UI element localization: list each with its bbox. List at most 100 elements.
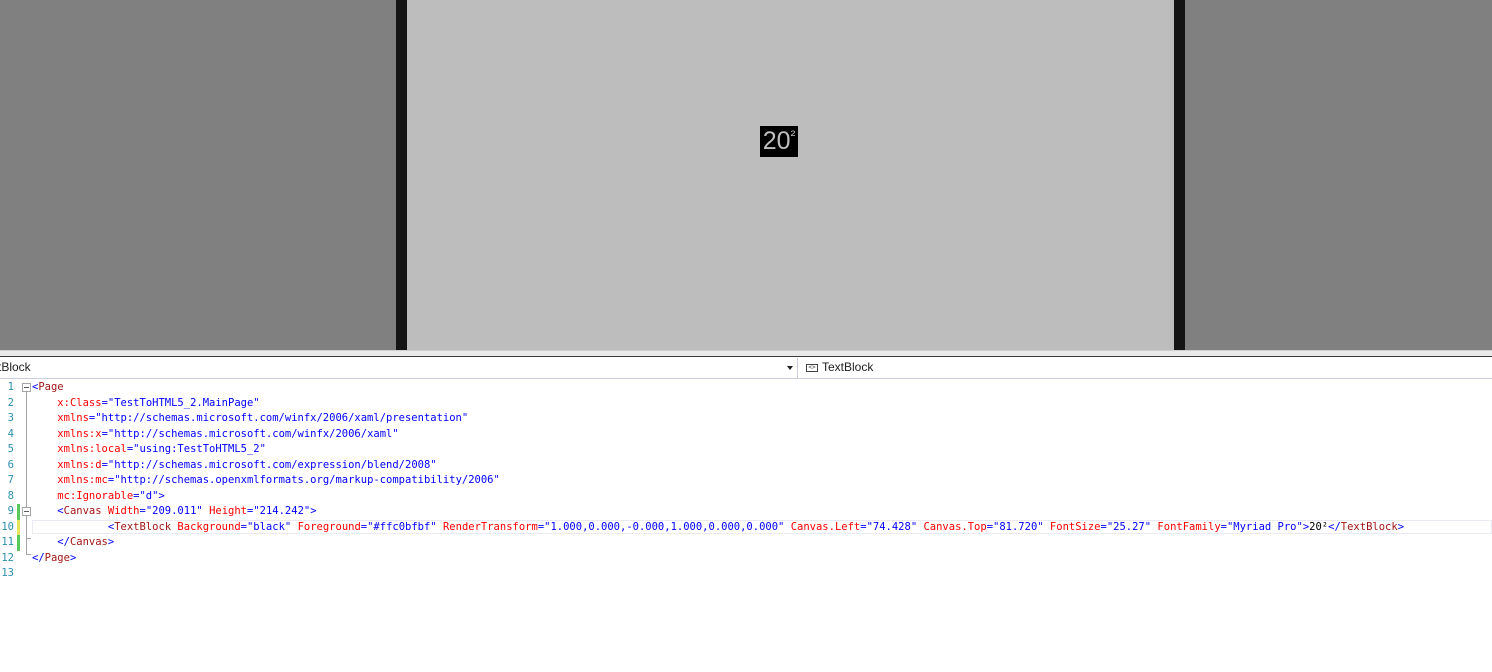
code-token: TextBlock bbox=[1340, 520, 1398, 533]
xaml-code-editor[interactable]: 1 <Page 2 x:Class="TestToHTML5_2.MainPage"… bbox=[0, 379, 1492, 672]
code-token: "214.242" bbox=[253, 505, 311, 517]
code-token: FontFamily bbox=[1157, 520, 1221, 533]
code-token: "Myriad Pro" bbox=[1226, 520, 1303, 533]
code-token: Canvas bbox=[63, 505, 102, 517]
navigation-bar: xtBlock <> TextBlock bbox=[0, 357, 1492, 379]
line-number: 8 bbox=[7, 489, 14, 502]
line-number: 12 bbox=[1, 551, 14, 564]
line-number: 4 bbox=[7, 427, 14, 440]
code-token: > bbox=[107, 536, 115, 548]
code-token: Canvas bbox=[69, 536, 108, 548]
code-token: "http://schemas.microsoft.com/winfx/2006… bbox=[95, 412, 469, 424]
textblock-superscript-text: ² bbox=[790, 127, 796, 143]
chevron-down-icon[interactable] bbox=[787, 366, 793, 370]
code-line[interactable]: 5 xmlns:local="using:TestToHTML5_2" bbox=[0, 442, 1492, 458]
design-surface[interactable]: 20² bbox=[0, 0, 1492, 350]
code-line[interactable]: 4 xmlns:x="http://schemas.microsoft.com/… bbox=[0, 427, 1492, 443]
code-token: RenderTransform bbox=[442, 520, 538, 533]
code-token: > bbox=[158, 489, 165, 502]
code-line[interactable]: 10 <TextBlock Background="black" Foregro… bbox=[0, 519, 1492, 536]
code-line[interactable]: 8 mc:Ignorable="d"> bbox=[0, 489, 1492, 505]
code-token: "http://schemas.microsoft.com/expression… bbox=[107, 458, 437, 471]
code-text: mc:Ignorable="d"> bbox=[32, 489, 165, 505]
line-number: 9 bbox=[7, 505, 14, 517]
code-token: Page bbox=[38, 381, 64, 393]
element-type-label: xtBlock bbox=[0, 360, 31, 374]
code-token: Canvas.Top bbox=[923, 520, 987, 533]
element-member-label: TextBlock bbox=[822, 360, 874, 374]
line-number: 13 bbox=[1, 567, 14, 579]
code-token: "http://schemas.openxmlformats.org/marku… bbox=[114, 474, 500, 486]
code-token: "1.000,0.000,-0.000,1.000,0.000,0.000" bbox=[544, 520, 785, 533]
code-token: </ bbox=[57, 536, 70, 548]
code-token: xmlns:x bbox=[57, 427, 102, 440]
code-text: xmlns:x="http://schemas.microsoft.com/wi… bbox=[32, 427, 399, 443]
code-token: xmlns:d bbox=[57, 458, 102, 471]
code-token: "25.27" bbox=[1106, 520, 1152, 533]
line-number: 2 bbox=[7, 396, 14, 409]
code-line[interactable]: 3 xmlns="http://schemas.microsoft.com/wi… bbox=[0, 411, 1492, 427]
code-line[interactable]: 12 </Page> bbox=[0, 551, 1492, 567]
textblock-preview[interactable]: 20² bbox=[760, 126, 798, 157]
code-token: > bbox=[1397, 520, 1405, 533]
code-token: Canvas.Left bbox=[790, 520, 861, 533]
code-text: <Page bbox=[32, 380, 64, 396]
code-text: xmlns="http://schemas.microsoft.com/winf… bbox=[32, 411, 468, 427]
change-indicator bbox=[17, 504, 20, 520]
code-token: </ bbox=[32, 551, 45, 564]
code-text: xmlns:local="using:TestToHTML5_2" bbox=[32, 442, 266, 458]
code-token: "http://schemas.microsoft.com/winfx/2006… bbox=[107, 427, 399, 440]
textblock-base-text: 20 bbox=[762, 127, 791, 155]
collapse-toggle-icon[interactable] bbox=[22, 383, 31, 392]
code-token: Page bbox=[44, 551, 70, 564]
code-token: "209.011" bbox=[145, 505, 203, 517]
line-number: 11 bbox=[1, 536, 14, 548]
code-token: x:Class bbox=[57, 396, 102, 409]
code-token: "using:TestToHTML5_2" bbox=[133, 443, 266, 455]
code-token: 20² bbox=[1309, 520, 1329, 533]
page-canvas[interactable]: 20² bbox=[407, 0, 1174, 350]
element-member-dropdown[interactable]: <> TextBlock bbox=[800, 358, 1492, 378]
code-line[interactable]: 2 x:Class="TestToHTML5_2.MainPage" bbox=[0, 396, 1492, 412]
code-line[interactable]: 1 <Page bbox=[0, 380, 1492, 396]
code-line[interactable]: 11 </Canvas> bbox=[0, 535, 1492, 551]
code-text: </Page> bbox=[32, 551, 76, 567]
code-token: > bbox=[310, 505, 317, 517]
code-token: </ bbox=[1328, 520, 1341, 533]
code-token: "d" bbox=[139, 489, 159, 502]
code-line[interactable]: 6 xmlns:d="http://schemas.microsoft.com/… bbox=[0, 458, 1492, 474]
code-line[interactable]: 13 bbox=[0, 566, 1492, 582]
collapse-toggle-icon[interactable] bbox=[22, 507, 31, 516]
code-text: xmlns:mc="http://schemas.openxmlformats.… bbox=[32, 473, 500, 489]
visual-studio-xaml-editor: 20² xtBlock <> TextBlock 1<Page2 x:Class… bbox=[0, 0, 1492, 672]
code-token: Width bbox=[107, 505, 140, 517]
line-number: 3 bbox=[7, 412, 14, 424]
code-token: "74.428" bbox=[866, 520, 918, 533]
code-line[interactable]: 7 xmlns:mc="http://schemas.openxmlformat… bbox=[0, 473, 1492, 489]
code-token: > bbox=[69, 551, 77, 564]
code-text: <TextBlock Background="black" Foreground… bbox=[32, 520, 1404, 536]
code-token: TextBlock bbox=[114, 520, 172, 533]
code-token: "#ffc0bfbf" bbox=[367, 520, 437, 533]
line-number: 7 bbox=[7, 474, 14, 486]
xaml-element-icon: <> bbox=[806, 364, 818, 372]
line-number: 10 bbox=[1, 520, 14, 533]
pane-splitter[interactable] bbox=[0, 350, 1492, 357]
code-token: Height bbox=[209, 505, 247, 517]
code-token: "81.720" bbox=[993, 520, 1044, 533]
code-token: "TestToHTML5_2.MainPage" bbox=[107, 396, 260, 409]
code-text: x:Class="TestToHTML5_2.MainPage" bbox=[32, 396, 260, 412]
code-token: Background bbox=[177, 520, 241, 533]
code-line[interactable]: 9 <Canvas Width="209.011" Height="214.24… bbox=[0, 504, 1492, 520]
code-text: <Canvas Width="209.011" Height="214.242"… bbox=[32, 504, 317, 520]
element-type-dropdown[interactable]: xtBlock bbox=[0, 358, 798, 378]
